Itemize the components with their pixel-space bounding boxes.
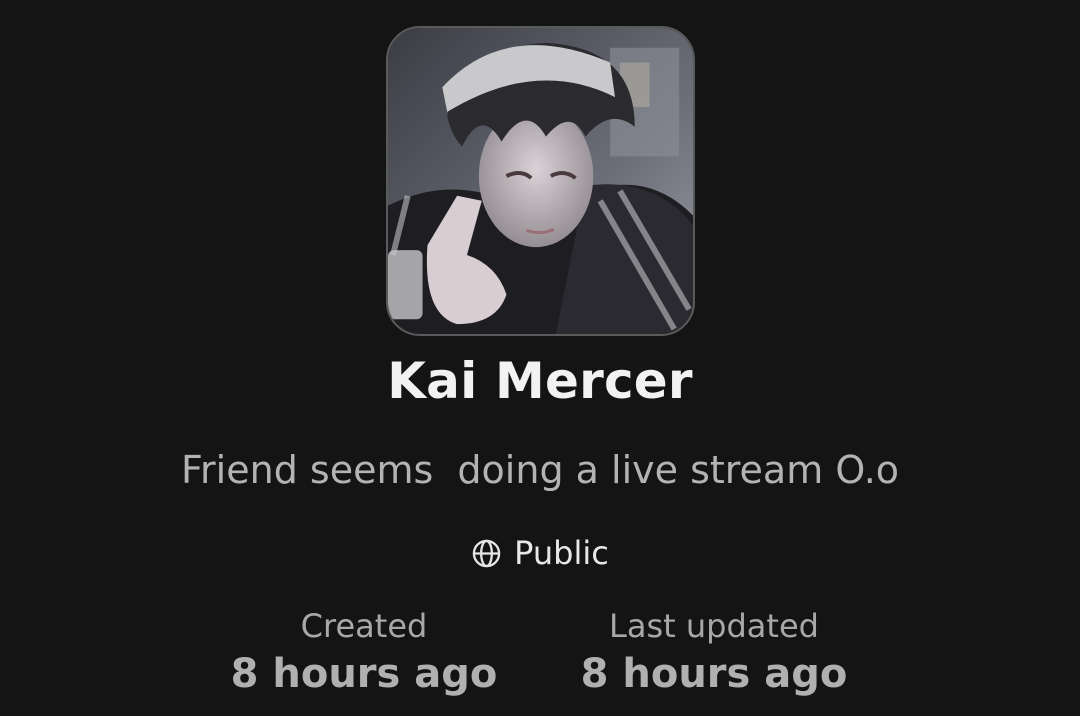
globe-icon (472, 539, 501, 567)
visibility-label: Public (514, 534, 609, 572)
character-tagline: Friend seems doing a live stream O.o (180, 448, 900, 492)
created-label: Created (300, 607, 428, 645)
character-profile-page: Kai Mercer Friend seems doing a live str… (0, 0, 1080, 716)
visibility-indicator: Public (0, 534, 1080, 572)
created-info: Created 8 hours ago (214, 604, 514, 699)
character-name: Kai Mercer (387, 352, 693, 410)
character-avatar[interactable] (386, 26, 695, 336)
created-value: 8 hours ago (230, 651, 498, 697)
last-updated-label: Last updated (609, 607, 819, 645)
avatar-image (388, 28, 693, 334)
last-updated-info: Last updated 8 hours ago (564, 604, 864, 699)
last-updated-value: 8 hours ago (580, 651, 848, 697)
